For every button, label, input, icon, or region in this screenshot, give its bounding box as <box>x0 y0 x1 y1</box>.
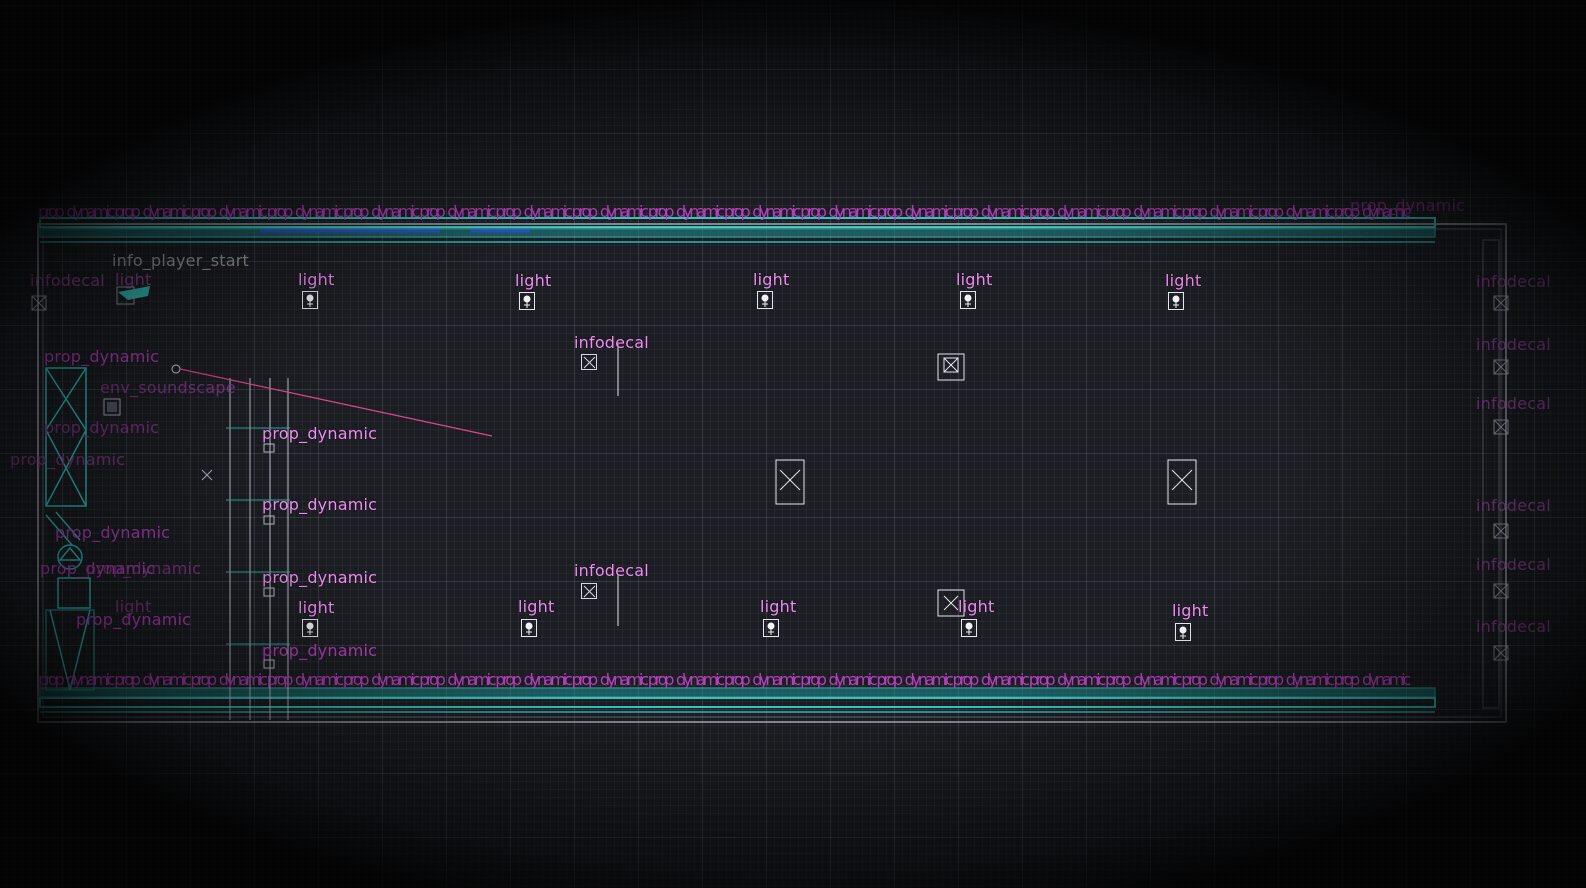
light-bulb-icon[interactable] <box>521 619 537 637</box>
infodecal-label-right-4[interactable]: infodecal <box>1476 498 1551 514</box>
prop-dynamic-label-2[interactable]: prop_dynamic <box>44 420 159 436</box>
decal-box-icon[interactable] <box>581 583 597 599</box>
prop-row-top[interactable]: prop_dynamic prop_dynamic prop_dynamic p… <box>38 204 1478 220</box>
infodecal-label-right-5[interactable]: infodecal <box>1476 557 1551 573</box>
soundscape-icon <box>103 398 121 416</box>
light-label-bottom-1[interactable]: light <box>298 600 334 616</box>
middle-box-entities <box>617 344 1197 626</box>
light-label-bottom-2[interactable]: light <box>518 599 554 615</box>
light-label-top-4[interactable]: light <box>956 272 992 288</box>
light-bulb-icon[interactable] <box>763 619 779 637</box>
infodecal-label-right-3[interactable]: infodecal <box>1476 396 1551 412</box>
prop-dynamic-label-3[interactable]: prop_dynamic <box>10 452 125 468</box>
light-bulb-icon[interactable] <box>519 292 535 310</box>
infodecal-label-lower[interactable]: infodecal <box>574 563 649 579</box>
light-bulb-icon[interactable] <box>1168 292 1184 310</box>
prop-dynamic-stair-2[interactable]: prop_dynamic <box>262 497 377 513</box>
infodecal-label-upper[interactable]: infodecal <box>574 335 649 351</box>
map-geometry[interactable] <box>0 0 1586 888</box>
light-label-bottom-3[interactable]: light <box>760 599 796 615</box>
infodecal-label-left[interactable]: infodecal <box>30 273 105 289</box>
infodecal-label-right-2[interactable]: infodecal <box>1476 337 1551 353</box>
prop-dynamic-stair-4[interactable]: prop_dynamic <box>262 643 377 659</box>
infodecal-label-right-6[interactable]: infodecal <box>1476 619 1551 635</box>
bottom-wall-brush <box>39 687 1436 713</box>
env-soundscape-label[interactable]: env_soundscape <box>100 380 236 396</box>
map-editor-2d-viewport[interactable]: prop_dynamic prop_dynamic prop_dynamic p… <box>0 0 1586 888</box>
prop-dynamic-label-1[interactable]: prop_dynamic <box>44 349 159 365</box>
light-label-left[interactable]: light <box>115 272 151 288</box>
light-label-top-1[interactable]: light <box>298 272 334 288</box>
light-label-top-3[interactable]: light <box>753 272 789 288</box>
light-bulb-icon[interactable] <box>1175 623 1191 641</box>
light-label-top-5[interactable]: light <box>1165 273 1201 289</box>
light-bulb-icon[interactable] <box>961 619 977 637</box>
prop-dynamic-label-7[interactable]: prop_dynamic <box>76 612 191 628</box>
light-label-top-2[interactable]: light <box>515 273 551 289</box>
prop-row-top-echo: prop_dynamic <box>1350 196 1466 215</box>
origin-x-marker <box>201 469 213 481</box>
infodecal-label-right-1[interactable]: infodecal <box>1476 274 1551 290</box>
light-bulb-icon[interactable] <box>960 291 976 309</box>
top-wall-brush <box>39 217 1436 243</box>
prop-row-bottom[interactable]: prop_dynamic prop_dynamic prop_dynamic p… <box>38 672 1478 688</box>
prop-dynamic-stair-1[interactable]: prop_dynamic <box>262 426 377 442</box>
light-label-bottom-5[interactable]: light <box>1172 603 1208 619</box>
light-bulb-icon[interactable] <box>302 291 318 309</box>
info-player-start-label[interactable]: info_player_start <box>112 253 249 269</box>
prop-dynamic-stair-3[interactable]: prop_dynamic <box>262 570 377 586</box>
light-bulb-icon[interactable] <box>757 291 773 309</box>
light-bulb-icon[interactable] <box>302 619 318 637</box>
decal-box-icon[interactable] <box>581 354 597 370</box>
prop-dynamic-label-4[interactable]: prop_dynamic <box>55 525 170 541</box>
light-label-bottom-4[interactable]: light <box>958 599 994 615</box>
prop-dynamic-label-6[interactable]: prop_dynamic <box>86 561 201 577</box>
